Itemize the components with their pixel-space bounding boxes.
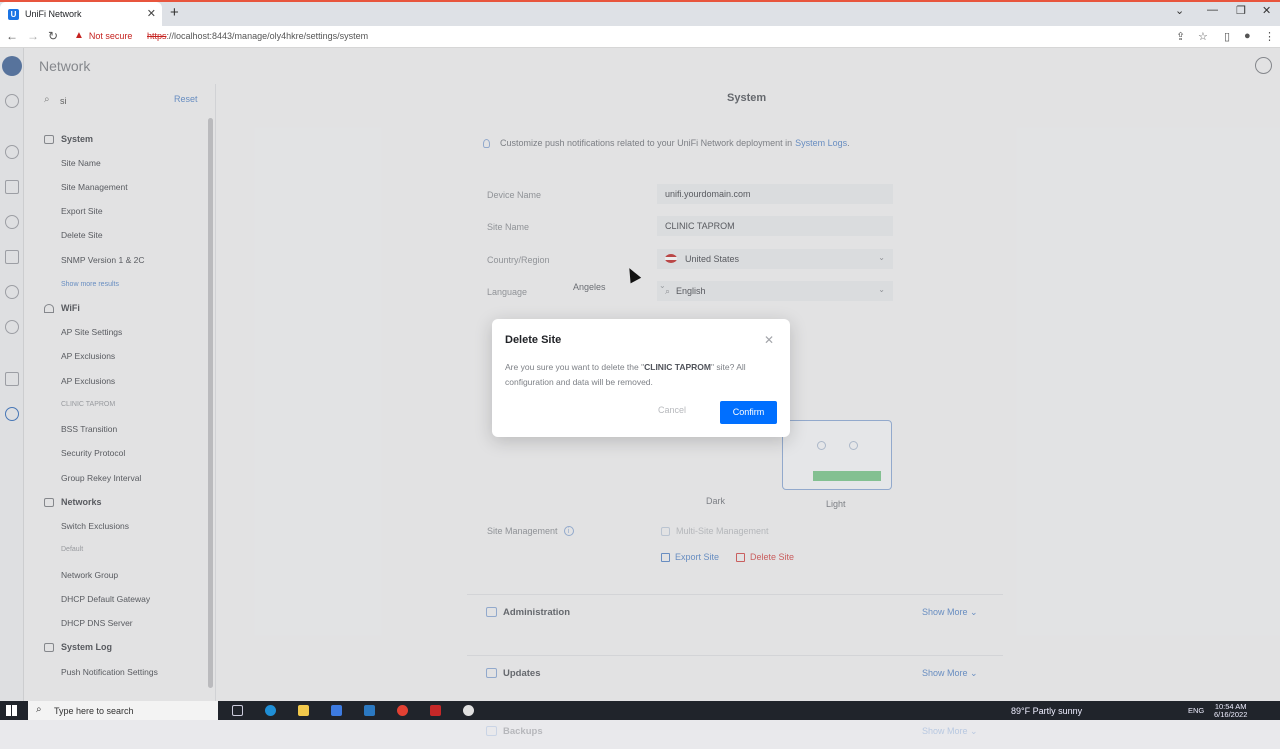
sidepanel-icon[interactable]: ▯ [1224, 30, 1230, 43]
profile-icon[interactable]: ● [1244, 30, 1251, 42]
search-icon: ⌕ [36, 704, 42, 715]
taskbar-search-placeholder: Type here to search [54, 706, 134, 716]
show-more-button[interactable]: Show More ⌄ [922, 726, 978, 737]
clock[interactable]: 10:54 AM 6/16/2022 [1214, 703, 1247, 719]
security-indicator[interactable]: ▲ Not secure [74, 30, 132, 41]
cancel-button[interactable]: Cancel [658, 405, 686, 415]
chrome-icon[interactable] [397, 705, 408, 716]
warning-icon: ▲ [74, 30, 84, 41]
file-explorer-icon[interactable] [298, 705, 309, 716]
app-icon-2[interactable] [463, 705, 474, 716]
dialog-message: Are you sure you want to delete the "CLI… [505, 360, 780, 390]
minimize-icon[interactable]: — [1207, 4, 1218, 16]
confirm-button[interactable]: Confirm [720, 401, 777, 424]
windows-taskbar: ⌕ Type here to search 89°F Partly sunny … [0, 701, 1280, 720]
chevron-down-icon: ⌄ [659, 281, 666, 290]
mail-icon[interactable] [364, 705, 375, 716]
timezone-value-partial: Angeles [573, 282, 606, 292]
tab-title: UniFi Network [25, 9, 82, 19]
delete-site-dialog: Delete Site ✕ Are you sure you want to d… [492, 319, 790, 437]
new-tab-button[interactable]: + [170, 4, 179, 21]
forward-icon[interactable]: → [27, 29, 39, 43]
store-icon[interactable] [331, 705, 342, 716]
menu-icon[interactable]: ⋮ [1264, 30, 1275, 43]
message-before: Are you sure you want to delete the " [505, 362, 645, 372]
language-indicator[interactable]: ENG [1188, 706, 1204, 715]
browser-tab[interactable]: U UniFi Network ✕ [0, 2, 162, 26]
address-bar: ← → ↻ ▲ Not secure https://localhost:844… [0, 26, 1280, 48]
close-icon[interactable]: ✕ [764, 333, 774, 347]
share-icon[interactable]: ⇪ [1176, 30, 1185, 43]
dialog-title: Delete Site [505, 334, 562, 346]
maximize-icon[interactable]: ❐ [1236, 4, 1246, 17]
weather-widget[interactable]: 89°F Partly sunny [1011, 706, 1082, 716]
browser-tab-bar: U UniFi Network ✕ + ⌄ — ❐ ✕ [0, 0, 1280, 26]
backups-icon [486, 726, 497, 736]
message-site-name: CLINIC TAPROM [644, 362, 712, 372]
url-path: ://localhost:8443/manage/oly4hkre/settin… [166, 31, 369, 41]
task-view-icon[interactable] [232, 705, 243, 716]
window-close-icon[interactable]: ✕ [1262, 4, 1271, 17]
url-scheme: https [147, 31, 167, 41]
tab-search-icon[interactable]: ⌄ [1175, 4, 1184, 17]
url-field[interactable]: https://localhost:8443/manage/oly4hkre/s… [147, 31, 368, 41]
clock-date: 6/16/2022 [1214, 710, 1248, 719]
windows-start-icon[interactable] [6, 705, 17, 716]
security-label: Not secure [88, 30, 133, 41]
taskbar-search-input[interactable]: ⌕ Type here to search [28, 701, 218, 720]
unifi-favicon-icon: U [8, 8, 19, 20]
reload-icon[interactable]: ↻ [48, 29, 58, 43]
edge-icon[interactable] [265, 705, 276, 716]
panel-title: Backups [503, 726, 543, 737]
tab-close-icon[interactable]: ✕ [147, 7, 156, 20]
back-icon[interactable]: ← [6, 29, 18, 43]
bookmark-star-icon[interactable]: ☆ [1198, 30, 1208, 43]
app-icon[interactable] [430, 705, 441, 716]
show-more-label: Show More [922, 726, 968, 736]
